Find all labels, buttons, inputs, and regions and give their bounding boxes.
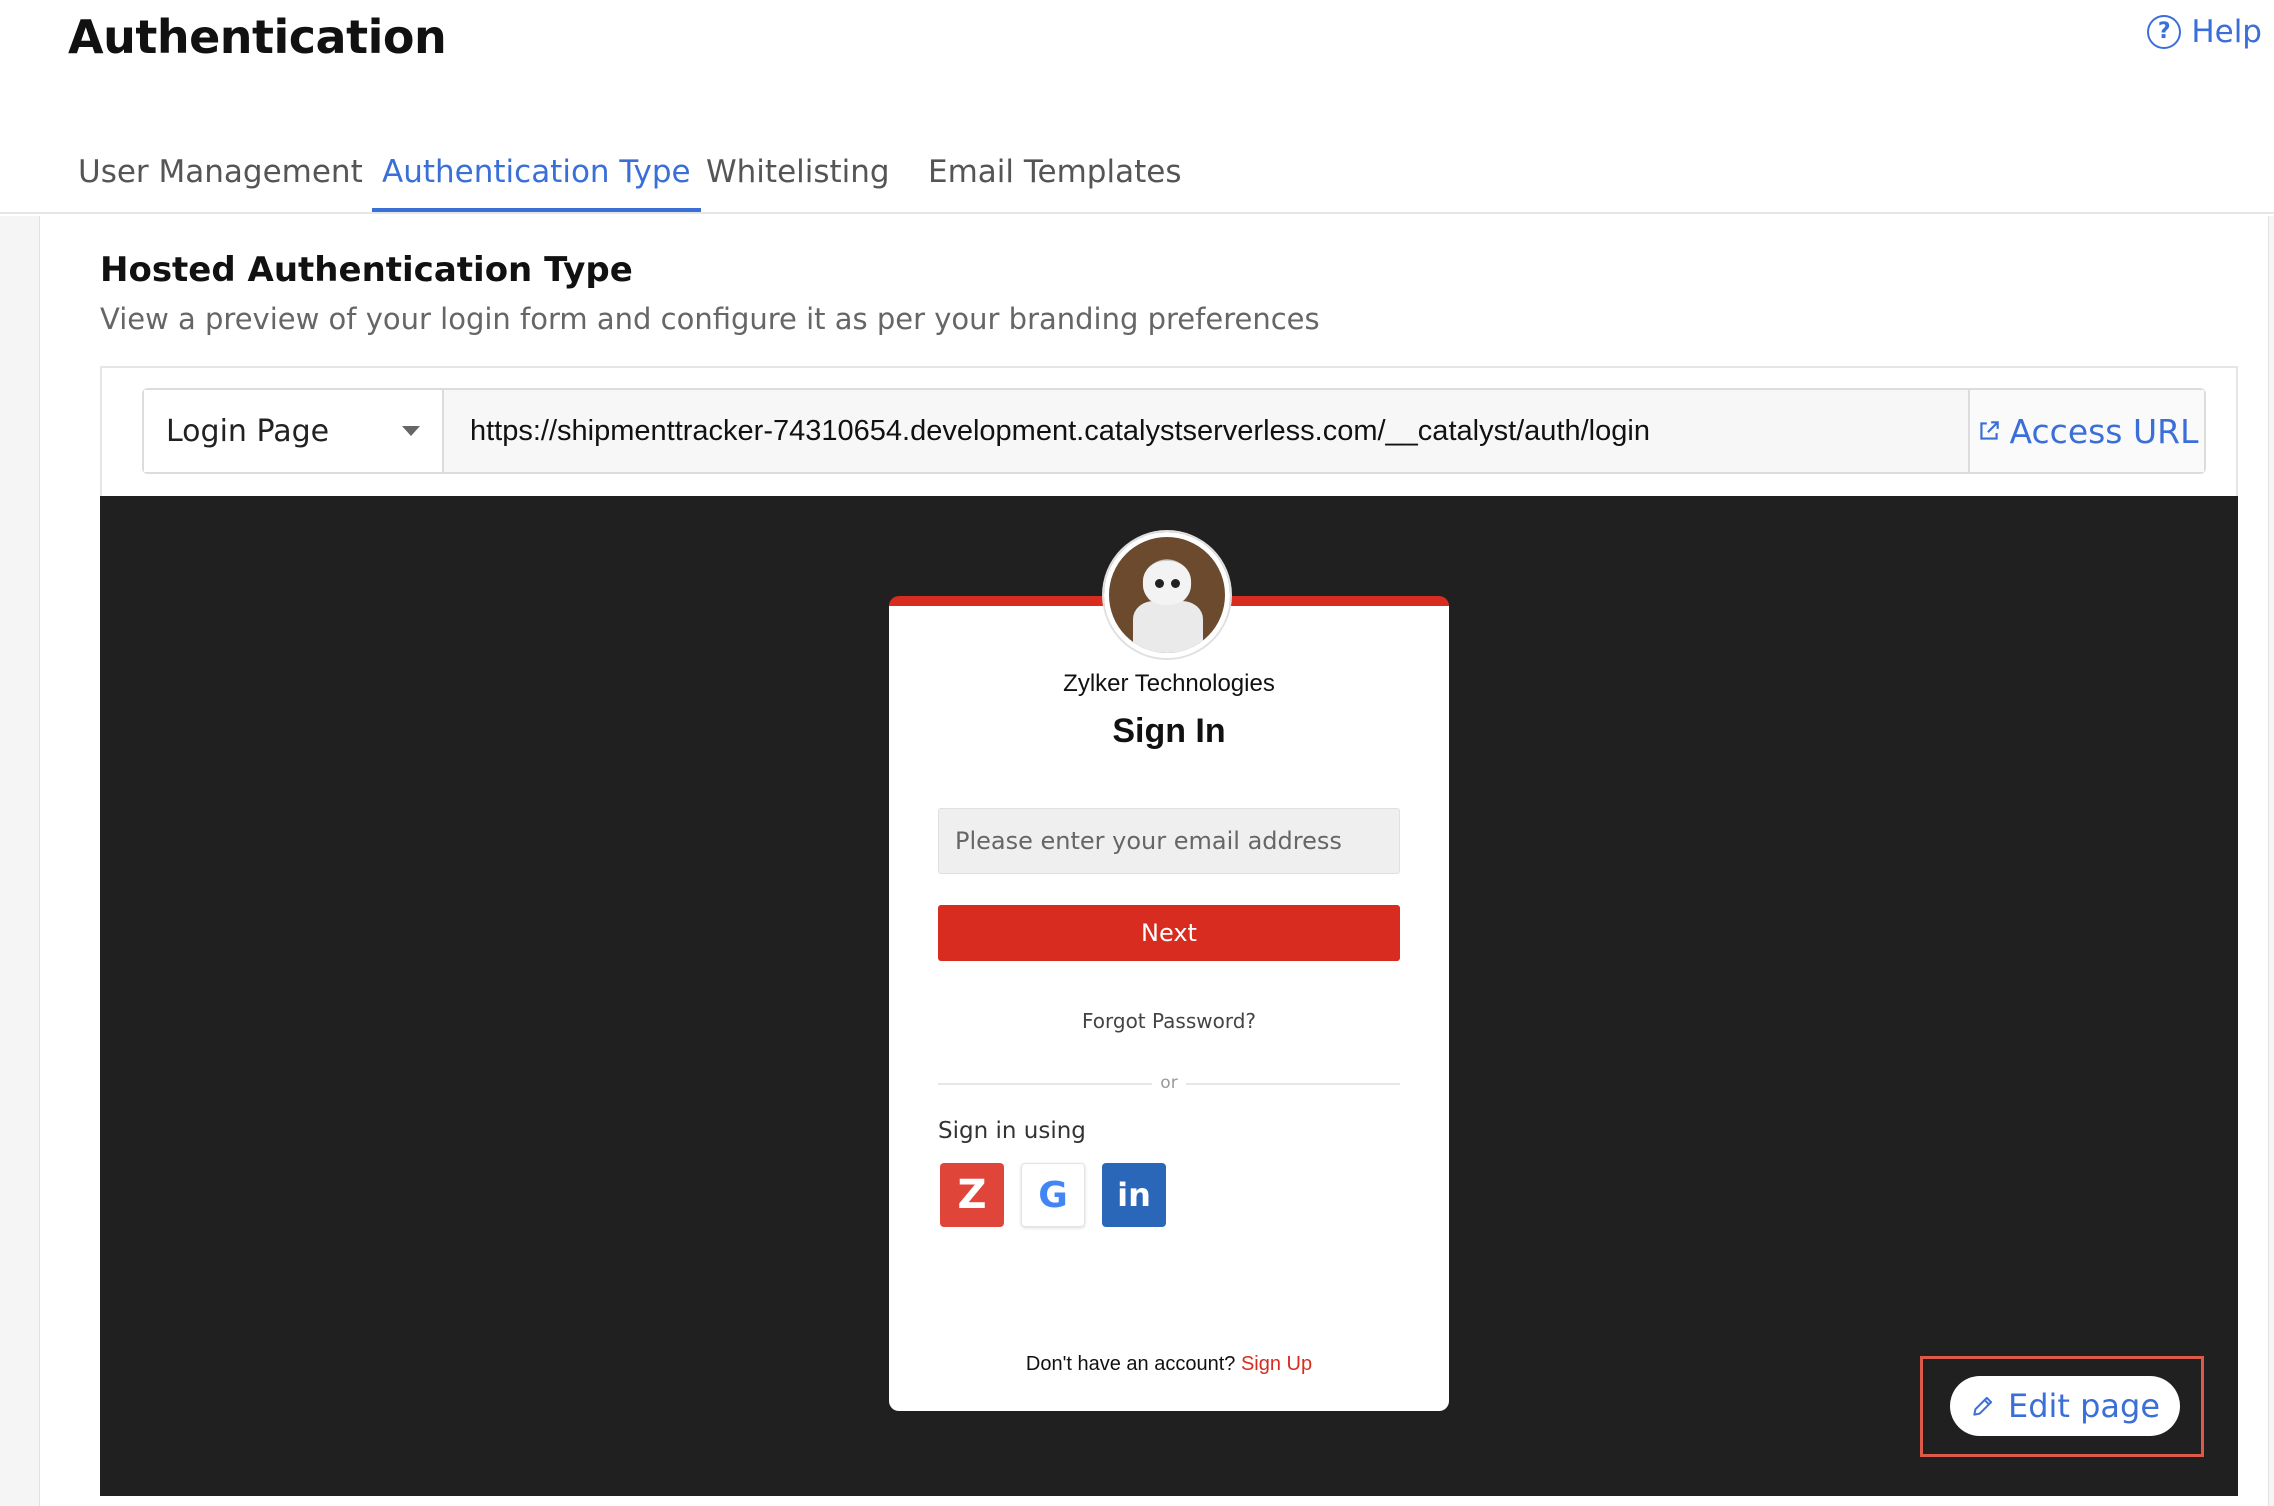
edit-page-button[interactable]: Edit page: [1950, 1376, 2180, 1436]
robot-eye-right: [1171, 579, 1180, 588]
no-account-text: Don't have an account?: [1025, 1353, 1236, 1375]
forgot-password-link[interactable]: Forgot Password?: [889, 1009, 1449, 1033]
section-description: View a preview of your login form and co…: [100, 302, 1320, 336]
section-title: Hosted Authentication Type: [100, 250, 633, 290]
left-gutter: [0, 216, 40, 1506]
page-type-select[interactable]: Login Page: [144, 390, 444, 472]
edit-page-label: Edit page: [2007, 1387, 2161, 1425]
or-label: or: [1152, 1073, 1186, 1093]
google-signin-button[interactable]: G: [1021, 1163, 1085, 1227]
help-icon: ?: [2147, 15, 2182, 49]
linkedin-signin-button[interactable]: in: [1102, 1163, 1166, 1227]
next-button[interactable]: Next: [938, 905, 1400, 961]
tab-authentication-type[interactable]: Authentication Type: [372, 146, 701, 212]
page-type-select-value: Login Page: [166, 413, 330, 449]
signup-line: Don't have an account? Sign Up: [889, 1353, 1449, 1376]
robot-head: [1143, 561, 1191, 605]
external-link-icon: [1979, 421, 1999, 440]
robot-eye-left: [1155, 579, 1164, 588]
tab-user-management[interactable]: User Management: [68, 146, 373, 212]
right-gutter: [2268, 216, 2274, 1506]
avatar: [1104, 532, 1230, 658]
robot-body: [1133, 601, 1203, 653]
sign-in-using-label: Sign in using: [938, 1118, 1086, 1144]
sign-up-link[interactable]: Sign Up: [1241, 1353, 1312, 1375]
company-name: Zylker Technologies: [1063, 670, 1275, 697]
access-url-button[interactable]: Access URL: [1968, 390, 2204, 472]
chevron-down-icon: [402, 426, 420, 436]
login-url-field[interactable]: https://shipmenttracker-74310654.develop…: [444, 390, 1968, 472]
page-title: Authentication: [68, 10, 447, 64]
email-input[interactable]: [938, 808, 1400, 874]
tab-email-templates[interactable]: Email Templates: [918, 146, 1191, 212]
zoho-icon: Z: [957, 1172, 987, 1218]
tab-whitelisting[interactable]: Whitelisting: [696, 146, 900, 212]
linkedin-icon: in: [1117, 1176, 1151, 1214]
help-label: Help: [2191, 14, 2262, 50]
sign-in-heading: Sign In: [1112, 712, 1226, 750]
access-url-label: Access URL: [2009, 411, 2199, 451]
pencil-icon: [1973, 1396, 1993, 1416]
help-link[interactable]: ? Help: [2147, 14, 2262, 50]
tab-bar: User Management Authentication Type Whit…: [0, 128, 2274, 214]
zoho-signin-button[interactable]: Z: [940, 1163, 1004, 1227]
url-bar: Login Page https://shipmenttracker-74310…: [142, 388, 2206, 474]
google-icon: G: [1038, 1174, 1068, 1216]
